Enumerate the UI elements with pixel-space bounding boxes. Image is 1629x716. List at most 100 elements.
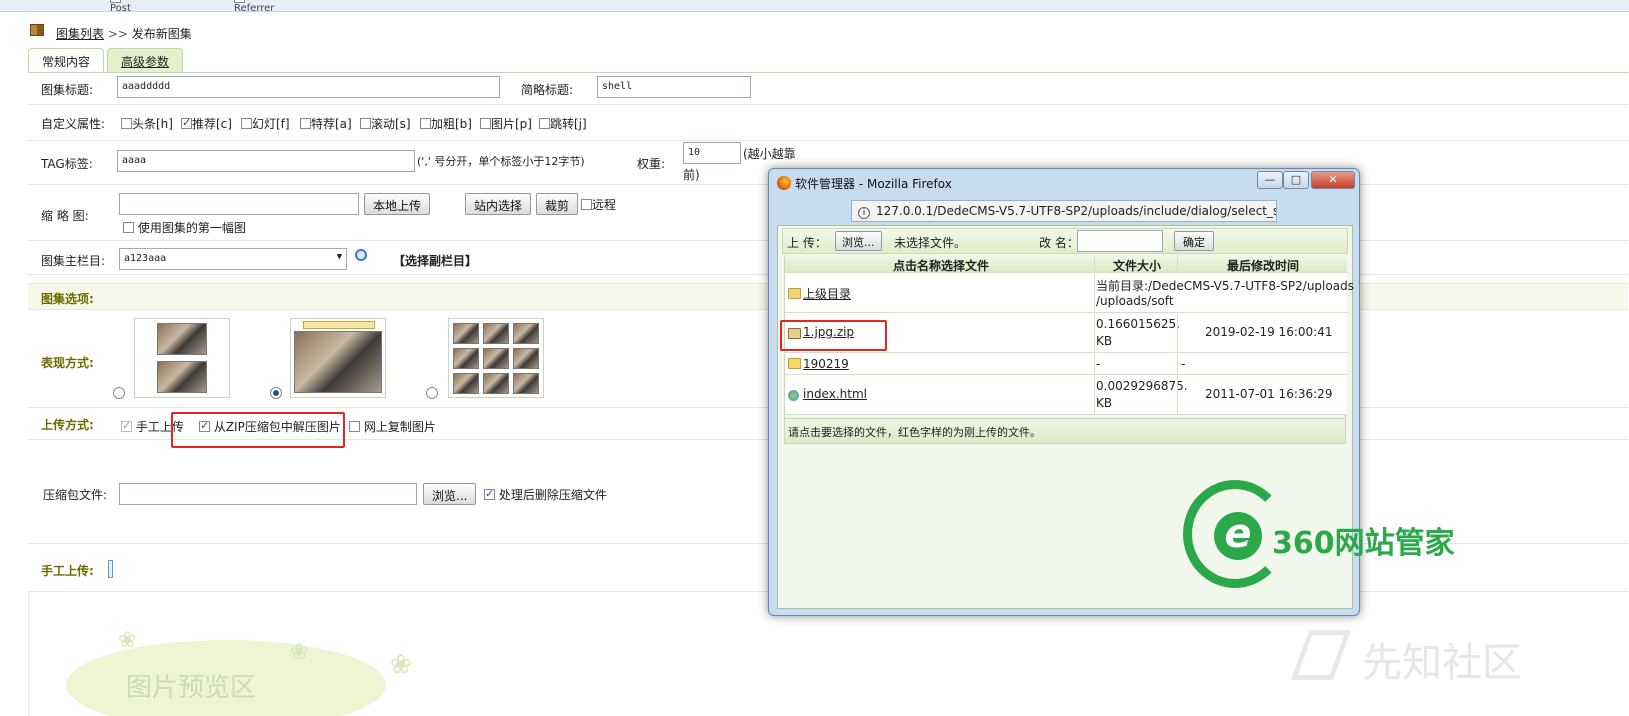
attr-headline[interactable]: 头条[h] xyxy=(121,115,173,132)
folder-link[interactable]: 190219 xyxy=(803,357,849,371)
browse-button[interactable]: 浏览... xyxy=(423,483,477,505)
attr-bold[interactable]: 加粗[b] xyxy=(420,115,472,132)
display-radio-1[interactable] xyxy=(113,387,125,399)
thumb-input[interactable] xyxy=(119,193,359,215)
popup-browse-button[interactable]: 浏览... xyxy=(835,231,882,251)
checkbox[interactable] xyxy=(300,118,311,129)
attr-scroll[interactable]: 滚动[s] xyxy=(360,115,411,132)
display-style-1-thumb[interactable] xyxy=(134,318,230,398)
360-logo-text: 360网站管家 xyxy=(1272,526,1455,561)
attr-slide[interactable]: 幻灯[f] xyxy=(241,115,290,132)
file-link-html[interactable]: index.html xyxy=(803,387,867,401)
crop-button[interactable]: 裁剪 xyxy=(536,193,579,215)
use-first-text: 使用图集的第一幅图 xyxy=(137,221,246,235)
attr-special[interactable]: 特荐[a] xyxy=(300,115,352,132)
col-divider xyxy=(1094,353,1095,374)
checkbox[interactable] xyxy=(181,116,192,129)
firefox-icon xyxy=(777,176,791,190)
attr-text: 跳转[j] xyxy=(550,117,587,131)
checkbox[interactable] xyxy=(121,118,132,129)
search-icon[interactable] xyxy=(355,249,367,261)
use-first-image-option[interactable]: 使用图集的第一幅图 xyxy=(123,219,246,236)
checkbox[interactable] xyxy=(123,222,134,233)
rename-label: 改 名： xyxy=(1039,236,1079,250)
col-divider xyxy=(1094,255,1095,272)
folder-icon xyxy=(788,358,801,369)
breadcrumb-home-link[interactable]: 图集列表 xyxy=(56,27,104,41)
upload-label: 上 传： xyxy=(787,236,827,250)
checkbox[interactable] xyxy=(349,421,360,432)
sample-photo xyxy=(513,323,539,344)
category-select[interactable]: a123aaa ▼ xyxy=(119,248,347,270)
col-size-header: 文件大小 xyxy=(1113,259,1162,273)
rename-input[interactable] xyxy=(1077,230,1163,252)
attr-recommend[interactable]: 推荐[c] xyxy=(181,115,232,132)
maximize-button[interactable]: □ xyxy=(1283,171,1309,189)
attr-text: 头条[h] xyxy=(132,117,173,131)
checkbox[interactable] xyxy=(484,487,495,500)
minimize-button[interactable]: — xyxy=(1257,171,1283,189)
parent-dir-link[interactable]: 上级目录 xyxy=(803,285,851,302)
current-dir-text: 当前目录:/DedeCMS-V5.7-UTF8-SP2/uploads xyxy=(1096,279,1354,293)
attributes-row: 自定义属性: 头条[h] 推荐[c] 幻灯[f] 特荐[a] 滚动[s] 加粗[… xyxy=(28,105,1628,141)
category-value: a123aaa xyxy=(124,253,167,264)
display-radio-3[interactable] xyxy=(426,387,438,399)
tab-advanced[interactable]: 高级参数 xyxy=(107,48,183,72)
close-button[interactable]: ✕ xyxy=(1311,171,1355,189)
xianzhi-logo-icon xyxy=(1290,630,1352,680)
table-row[interactable]: 上级目录 当前目录:/DedeCMS-V5.7-UTF8-SP2/uploads… xyxy=(785,273,1354,313)
file-size: - xyxy=(1096,357,1101,371)
checkbox[interactable] xyxy=(121,419,132,432)
checkbox[interactable] xyxy=(360,118,371,129)
display-radio-2[interactable] xyxy=(270,387,282,399)
attr-label: 自定义属性: xyxy=(41,117,106,131)
tag-input[interactable]: aaaa xyxy=(117,150,415,172)
col-divider xyxy=(1177,375,1178,414)
title-label: 图集标题: xyxy=(41,83,94,97)
manual-upload-slot[interactable] xyxy=(108,560,113,578)
col-divider xyxy=(1177,255,1178,272)
delete-after-text: 处理后删除压缩文件 xyxy=(498,488,607,502)
tab-general[interactable]: 常规内容 xyxy=(28,48,104,72)
col-divider xyxy=(1094,313,1095,352)
url-bar[interactable]: i 127.0.0.1/DedeCMS-V5.7-UTF8-SP2/uploads… xyxy=(851,200,1277,222)
delete-after-option[interactable]: 处理后删除压缩文件 xyxy=(484,486,607,503)
table-row[interactable]: index.html 0.0029296875. KB 2011-07-01 1… xyxy=(785,375,1347,415)
checkbox[interactable] xyxy=(581,199,592,210)
attr-text: 特荐[a] xyxy=(311,117,352,131)
html-file-icon xyxy=(788,390,799,401)
info-icon[interactable]: i xyxy=(858,207,870,219)
upload-mode-label: 上传方式: xyxy=(41,418,94,432)
title-input[interactable]: aaaddddd xyxy=(117,76,500,98)
weight-input[interactable]: 10 xyxy=(683,142,741,164)
attr-text: 图片[p] xyxy=(491,117,532,131)
paw-icon: ❀ xyxy=(118,628,137,653)
confirm-button[interactable]: 确定 xyxy=(1174,231,1214,251)
display-style-2-thumb[interactable] xyxy=(290,318,386,398)
upload-mode-text: 网上复制图片 xyxy=(363,420,436,434)
manual-upload-label: 手工上传: xyxy=(41,564,94,578)
zip-file-input[interactable] xyxy=(119,483,417,505)
checkbox[interactable] xyxy=(241,118,252,129)
display-style-3-thumb[interactable] xyxy=(448,318,544,398)
table-row[interactable]: 190219 - - xyxy=(785,353,1347,375)
checkbox[interactable] xyxy=(420,118,431,129)
attr-jump[interactable]: 跳转[j] xyxy=(539,115,587,132)
select-sub-category-link[interactable]: 【选择副栏目】 xyxy=(393,252,477,269)
file-time: 2011-07-01 16:36:29 xyxy=(1205,387,1333,401)
options-header-label: 图集选项: xyxy=(41,292,94,306)
col-divider xyxy=(1177,313,1178,352)
local-upload-button[interactable]: 本地上传 xyxy=(364,193,431,215)
upload-mode-web[interactable]: 网上复制图片 xyxy=(349,418,436,435)
browser-topbar: Enable Post data Enable Referrer xyxy=(0,0,1629,12)
left-border xyxy=(28,592,29,716)
window-title: 软件管理器 - Mozilla Firefox xyxy=(795,177,952,191)
checkbox[interactable] xyxy=(480,118,491,129)
site-select-button[interactable]: 站内选择 xyxy=(465,193,532,215)
preview-area-label: 图片预览区 xyxy=(126,673,257,703)
checkbox[interactable] xyxy=(539,118,550,129)
attr-image[interactable]: 图片[p] xyxy=(480,115,532,132)
remote-option[interactable]: 远程 xyxy=(581,196,616,213)
sample-photo xyxy=(453,348,479,369)
short-title-input[interactable]: shell xyxy=(597,76,751,98)
